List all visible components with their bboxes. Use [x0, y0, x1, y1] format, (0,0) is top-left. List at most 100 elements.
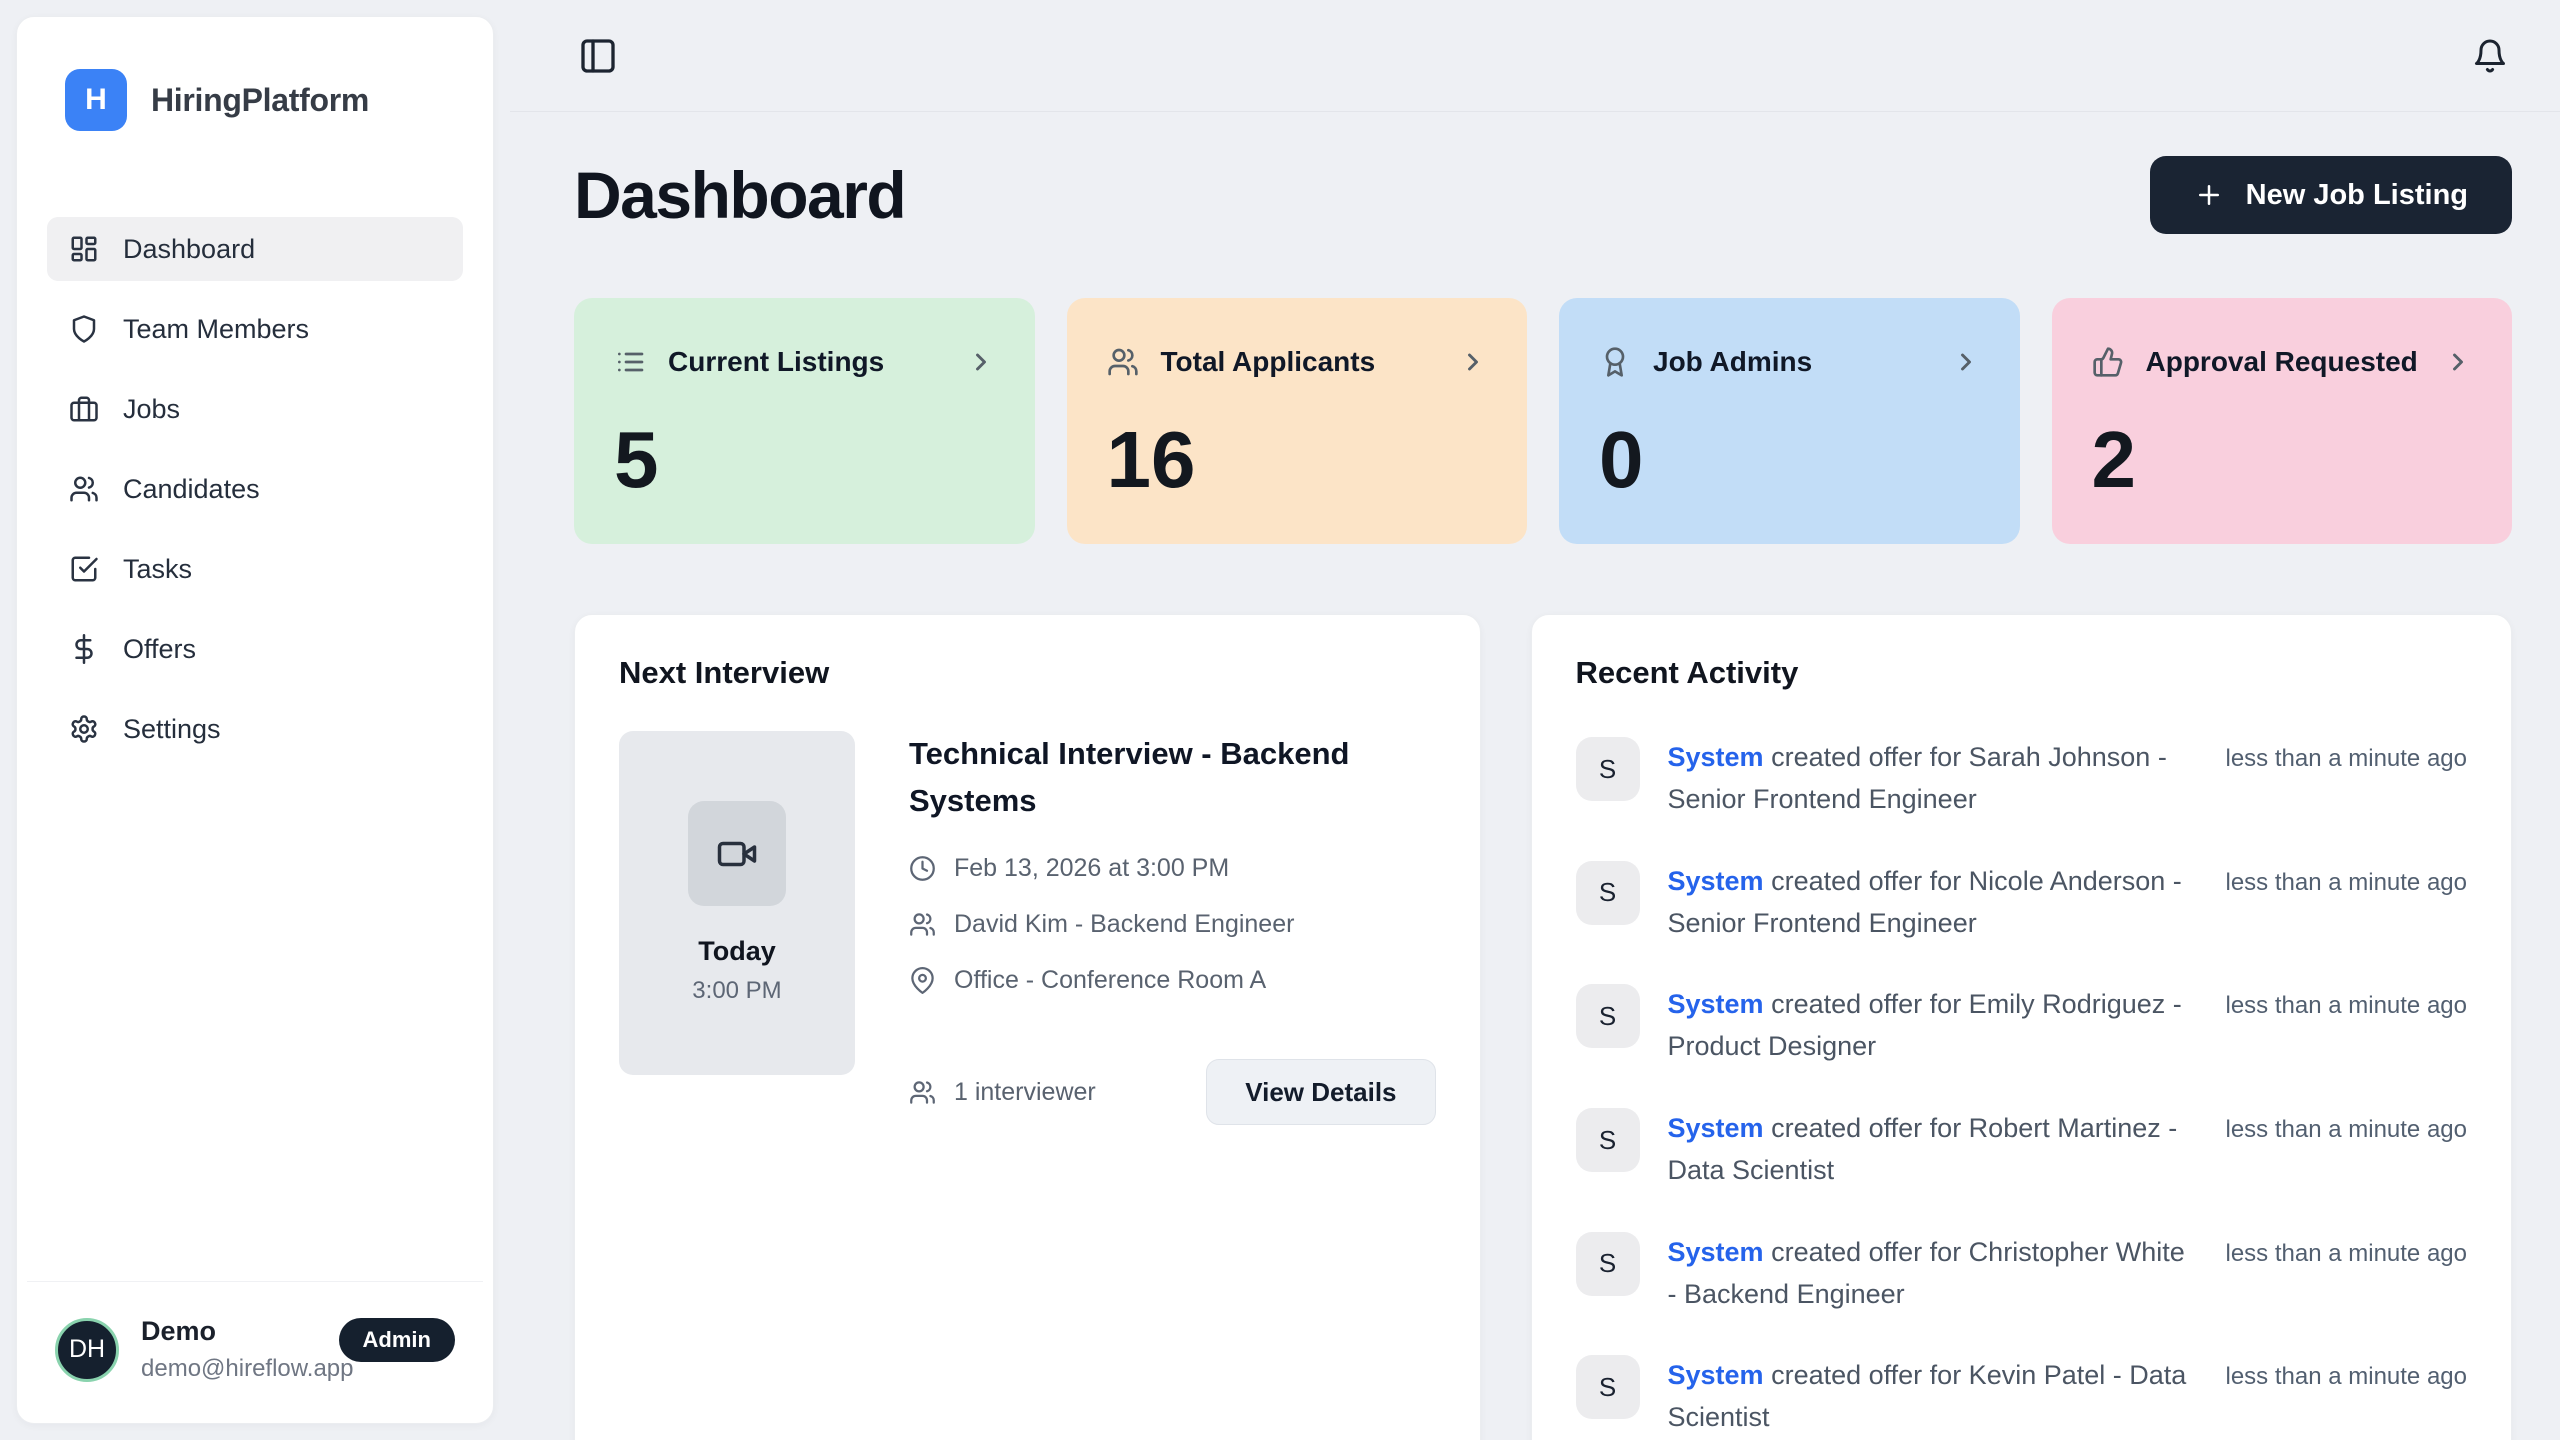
shield-icon — [69, 314, 99, 344]
chevron-right-icon — [1952, 348, 1980, 376]
activity-timestamp: less than a minute ago — [2226, 737, 2468, 821]
sidebar-toggle-button[interactable] — [572, 30, 624, 82]
activity-actor: System — [1668, 742, 1764, 772]
activity-timestamp: less than a minute ago — [2226, 1232, 2468, 1316]
sidebar-item-label: Jobs — [123, 394, 180, 425]
clock-icon — [909, 855, 936, 882]
list-item: S System created offer for Sarah Johnson… — [1576, 737, 2468, 821]
user-profile[interactable]: DH Demo demo@hireflow.app Admin — [27, 1281, 483, 1423]
notifications-button[interactable] — [2466, 32, 2514, 80]
list-item: S System created offer for Nicole Anders… — [1576, 861, 2468, 945]
stat-cards: Current Listings 5 Total Applicants — [574, 298, 2512, 544]
avatar: S — [1576, 737, 1640, 801]
sidebar-item-jobs[interactable]: Jobs — [47, 377, 463, 441]
topbar — [510, 0, 2560, 112]
dashboard-panels: Next Interview Today 3:00 PM Technical I… — [574, 614, 2512, 1440]
stat-card-approval-requested[interactable]: Approval Requested 2 — [2052, 298, 2513, 544]
dashboard-icon — [69, 234, 99, 264]
avatar: S — [1576, 984, 1640, 1048]
sidebar-item-label: Settings — [123, 714, 221, 745]
user-email: demo@hireflow.app — [141, 1355, 317, 1383]
sidebar-nav: Dashboard Team Members Jobs Candidates T… — [17, 217, 493, 761]
sidebar-item-dashboard[interactable]: Dashboard — [47, 217, 463, 281]
avatar: S — [1576, 1108, 1640, 1172]
activity-message: System created offer for Robert Martinez… — [1668, 1108, 2198, 1192]
activity-message: System created offer for Kevin Patel - D… — [1668, 1355, 2198, 1439]
award-icon — [1599, 346, 1631, 378]
sidebar-item-label: Team Members — [123, 314, 309, 345]
interview-job-title: Technical Interview - Backend Systems — [909, 731, 1436, 824]
activity-timestamp: less than a minute ago — [2226, 861, 2468, 945]
stat-value: 16 — [1107, 420, 1488, 500]
stat-value: 5 — [614, 420, 995, 500]
activity-actor: System — [1668, 1360, 1764, 1390]
interviewer-count: 1 interviewer — [954, 1078, 1096, 1107]
sidebar-item-label: Candidates — [123, 474, 260, 505]
interview-person-row: David Kim - Backend Engineer — [909, 910, 1436, 939]
activity-actor: System — [1668, 866, 1764, 896]
check-square-icon — [69, 554, 99, 584]
stat-card-job-admins[interactable]: Job Admins 0 — [1559, 298, 2020, 544]
page-title: Dashboard — [574, 157, 905, 233]
list-item: S System created offer for Emily Rodrigu… — [1576, 984, 2468, 1068]
map-pin-icon — [909, 967, 936, 994]
sidebar-item-label: Tasks — [123, 554, 192, 585]
avatar: DH — [55, 1318, 119, 1382]
recent-activity-panel: Recent Activity S System created offer f… — [1531, 614, 2513, 1440]
activity-actor: System — [1668, 1237, 1764, 1267]
sidebar-item-label: Offers — [123, 634, 196, 665]
chevron-right-icon — [2444, 348, 2472, 376]
stat-label: Approval Requested — [2146, 346, 2418, 378]
sidebar-item-candidates[interactable]: Candidates — [47, 457, 463, 521]
activity-message: System created offer for Sarah Johnson -… — [1668, 737, 2198, 821]
sidebar-item-offers[interactable]: Offers — [47, 617, 463, 681]
view-details-button[interactable]: View Details — [1206, 1059, 1435, 1125]
list-item: S System created offer for Christopher W… — [1576, 1232, 2468, 1316]
interview-datetime: Feb 13, 2026 at 3:00 PM — [954, 854, 1229, 883]
activity-timestamp: less than a minute ago — [2226, 1355, 2468, 1439]
sidebar-item-label: Dashboard — [123, 234, 255, 265]
stat-card-total-applicants[interactable]: Total Applicants 16 — [1067, 298, 1528, 544]
avatar: S — [1576, 861, 1640, 925]
activity-list: S System created offer for Sarah Johnson… — [1576, 737, 2468, 1439]
user-name: Demo — [141, 1316, 317, 1347]
brand-name: HiringPlatform — [151, 82, 369, 119]
stat-value: 2 — [2092, 420, 2473, 500]
interviewer-count-row: 1 interviewer — [909, 1078, 1096, 1107]
sidebar-item-team-members[interactable]: Team Members — [47, 297, 463, 361]
content: Dashboard New Job Listing Current Listin… — [510, 112, 2560, 1440]
interview-location-row: Office - Conference Room A — [909, 966, 1436, 995]
activity-message: System created offer for Emily Rodriguez… — [1668, 984, 2198, 1068]
users-icon — [909, 1079, 936, 1106]
avatar: S — [1576, 1232, 1640, 1296]
bell-icon — [2472, 38, 2508, 74]
interview-day: Today — [698, 936, 776, 967]
chevron-right-icon — [967, 348, 995, 376]
activity-message: System created offer for Nicole Anderson… — [1668, 861, 2198, 945]
sidebar-item-settings[interactable]: Settings — [47, 697, 463, 761]
list-item: S System created offer for Robert Martin… — [1576, 1108, 2468, 1192]
users-icon — [1107, 346, 1139, 378]
sidebar-item-tasks[interactable]: Tasks — [47, 537, 463, 601]
video-icon — [688, 801, 786, 906]
plus-icon — [2194, 180, 2224, 210]
list-item: S System created offer for Kevin Patel -… — [1576, 1355, 2468, 1439]
users-icon — [69, 474, 99, 504]
avatar: S — [1576, 1355, 1640, 1419]
activity-actor: System — [1668, 1113, 1764, 1143]
brand-logo: H — [65, 69, 127, 131]
activity-timestamp: less than a minute ago — [2226, 1108, 2468, 1192]
stat-card-current-listings[interactable]: Current Listings 5 — [574, 298, 1035, 544]
activity-actor: System — [1668, 989, 1764, 1019]
chevron-right-icon — [1459, 348, 1487, 376]
new-job-listing-button[interactable]: New Job Listing — [2150, 156, 2512, 234]
users-icon — [909, 911, 936, 938]
stat-value: 0 — [1599, 420, 1980, 500]
interview-location: Office - Conference Room A — [954, 966, 1266, 995]
briefcase-icon — [69, 394, 99, 424]
interview-thumbnail: Today 3:00 PM — [619, 731, 855, 1075]
gear-icon — [69, 714, 99, 744]
new-job-listing-label: New Job Listing — [2246, 179, 2468, 212]
list-icon — [614, 346, 646, 378]
stat-label: Total Applicants — [1161, 346, 1376, 378]
